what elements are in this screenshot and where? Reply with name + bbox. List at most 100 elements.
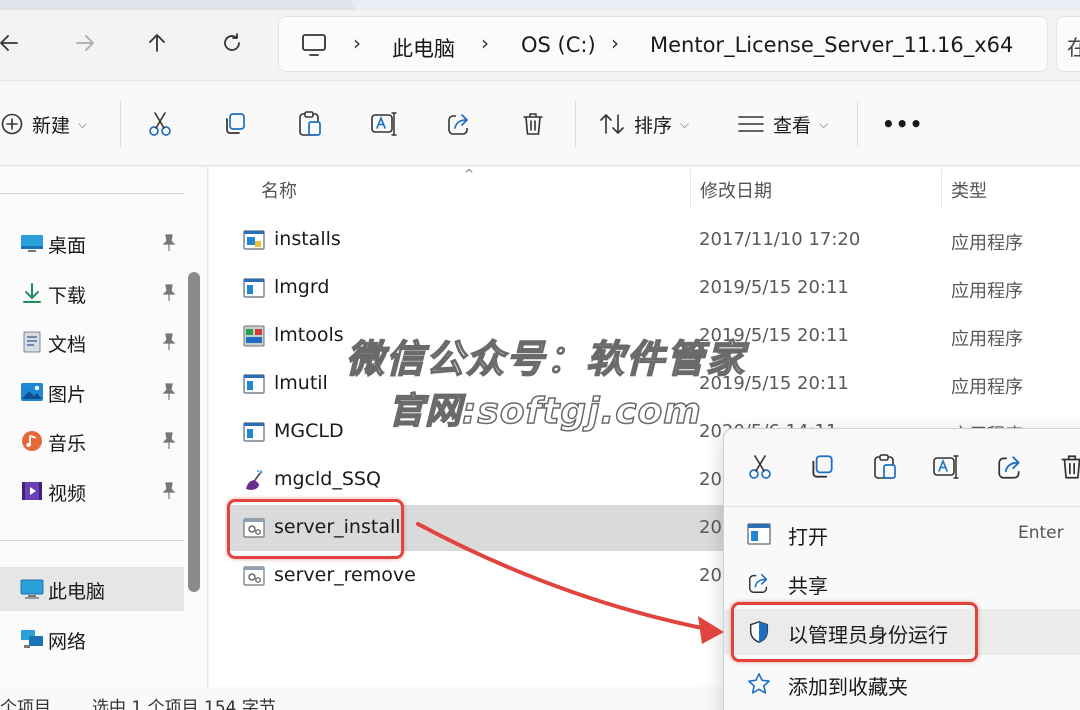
breadcrumb-this-pc[interactable]: 此电脑	[392, 33, 455, 63]
file-name: lmtools	[274, 324, 344, 346]
trash-icon[interactable]	[1058, 453, 1080, 481]
pin-icon[interactable]	[160, 233, 178, 253]
sort-icon	[600, 114, 624, 134]
delete-button[interactable]	[521, 107, 545, 141]
nav-divider	[0, 193, 184, 194]
file-name: installs	[274, 228, 341, 250]
share-icon[interactable]	[996, 453, 1024, 481]
chevron-right-icon: ›	[353, 31, 361, 55]
arrow-up-icon	[149, 34, 165, 52]
file-date: 20	[699, 517, 722, 538]
sidebar-item-documents[interactable]: 文档	[0, 320, 184, 364]
menu-item-add-favorite[interactable]: 添加到收藏夹	[724, 661, 1080, 707]
toolbar-divider	[857, 101, 858, 147]
sidebar-item-music[interactable]: 音乐	[0, 419, 184, 463]
sidebar-item-label: 下载	[48, 285, 87, 307]
annotation-box-menu	[731, 602, 978, 662]
sidebar-item-desktop[interactable]: 桌面	[0, 221, 184, 265]
refresh-button[interactable]	[217, 28, 247, 58]
sidebar-item-network[interactable]: 网络	[0, 617, 184, 661]
search-input[interactable]: 在	[1056, 16, 1080, 72]
sidebar-item-downloads[interactable]: 下载	[0, 271, 184, 315]
batch-file-icon	[243, 566, 265, 586]
up-button[interactable]	[142, 28, 172, 58]
pin-icon[interactable]	[160, 431, 178, 451]
column-header-type[interactable]: 类型	[951, 177, 987, 203]
copy-button[interactable]	[222, 107, 248, 141]
forward-button[interactable]	[70, 28, 100, 58]
sort-ascending-icon: ^	[464, 167, 475, 181]
menu-item-label: 添加到收藏夹	[788, 675, 908, 699]
sidebar-item-label: 文档	[48, 334, 87, 356]
tools-icon	[243, 325, 265, 347]
menu-item-label: 共享	[788, 574, 828, 598]
column-divider[interactable]	[941, 169, 942, 209]
menu-item-label: 打开	[788, 525, 828, 549]
back-button[interactable]	[0, 28, 24, 58]
view-button[interactable]: 查看 ⌵	[737, 107, 828, 141]
rename-icon[interactable]	[932, 453, 960, 481]
file-type: 应用程序	[951, 233, 1023, 254]
music-icon	[22, 431, 42, 451]
table-row[interactable]: lmgrd 2019/5/15 20:11 应用程序	[229, 265, 1080, 311]
pin-icon[interactable]	[160, 382, 178, 402]
rename-button[interactable]	[370, 107, 398, 141]
refresh-icon	[224, 33, 240, 51]
computer-icon	[302, 34, 326, 56]
chevron-down-icon: ⌵	[680, 116, 690, 131]
watermark-line-2: 官网:softgj.com	[387, 390, 702, 433]
trash-icon	[523, 113, 543, 135]
copy-icon[interactable]	[808, 453, 836, 481]
pin-icon[interactable]	[160, 481, 178, 501]
sidebar-item-videos[interactable]: 视频	[0, 469, 184, 513]
menu-item-open[interactable]: 打开 Enter	[724, 511, 1080, 557]
clipboard-icon[interactable]	[871, 453, 899, 481]
toolbar-divider	[575, 101, 576, 147]
paste-button[interactable]	[297, 107, 323, 141]
file-name: lmgrd	[274, 276, 330, 298]
sidebar-item-this-pc[interactable]: 此电脑	[0, 567, 184, 611]
cut-button[interactable]	[147, 107, 173, 141]
column-header-date[interactable]: 修改日期	[700, 177, 772, 203]
selection-info: 选中 1 个项目 154 字节	[92, 698, 276, 710]
exe-icon	[243, 374, 265, 394]
breadcrumb-drive[interactable]: OS (C:)	[521, 33, 596, 57]
download-icon	[23, 283, 41, 303]
copy-icon	[226, 113, 245, 134]
address-bar[interactable]: › 此电脑 › OS (C:) › Mentor_License_Server_…	[278, 16, 1048, 72]
share-icon	[749, 573, 768, 593]
search-placeholder: 在	[1067, 36, 1080, 60]
column-header-name[interactable]: 名称	[261, 177, 297, 203]
sidebar-item-label: 图片	[48, 384, 87, 406]
scissors-icon[interactable]	[746, 453, 774, 481]
sidebar-item-label: 桌面	[48, 235, 87, 257]
network-icon	[21, 630, 43, 648]
new-label: 新建	[32, 114, 71, 137]
file-date: 20	[699, 565, 722, 586]
sidebar-item-pictures[interactable]: 图片	[0, 370, 184, 414]
column-divider[interactable]	[690, 169, 691, 209]
menu-item-share[interactable]: 共享	[724, 560, 1080, 606]
tab-edge	[352, 0, 1080, 10]
new-button[interactable]: 新建 ⌵	[0, 107, 87, 141]
arrow-right-icon	[76, 35, 94, 51]
list-view-icon	[738, 116, 764, 132]
navigation-bar: › 此电脑 › OS (C:) › Mentor_License_Server_…	[0, 10, 1080, 80]
toolbar-divider	[120, 101, 121, 147]
more-button[interactable]: •••	[882, 107, 923, 141]
pin-icon[interactable]	[160, 283, 178, 303]
pin-icon[interactable]	[160, 332, 178, 352]
file-name: lmutil	[274, 372, 328, 394]
context-menu: 打开 Enter 共享 以管理员身份运行 添加到收藏夹	[723, 428, 1080, 710]
table-row[interactable]: installs 2017/11/10 17:20 应用程序	[229, 217, 1080, 263]
breadcrumb-folder[interactable]: Mentor_License_Server_11.16_x64	[650, 33, 1013, 57]
rename-icon	[371, 112, 397, 136]
nav-scrollbar[interactable]	[188, 272, 200, 592]
sort-button[interactable]: 排序 ⌵	[598, 107, 689, 141]
sidebar-item-label: 视频	[48, 483, 87, 505]
file-date: 2019/5/15 20:11	[699, 277, 849, 298]
nav-divider	[0, 540, 184, 541]
file-type: 应用程序	[951, 377, 1023, 398]
share-button[interactable]	[446, 107, 472, 141]
exe-icon	[243, 422, 265, 442]
